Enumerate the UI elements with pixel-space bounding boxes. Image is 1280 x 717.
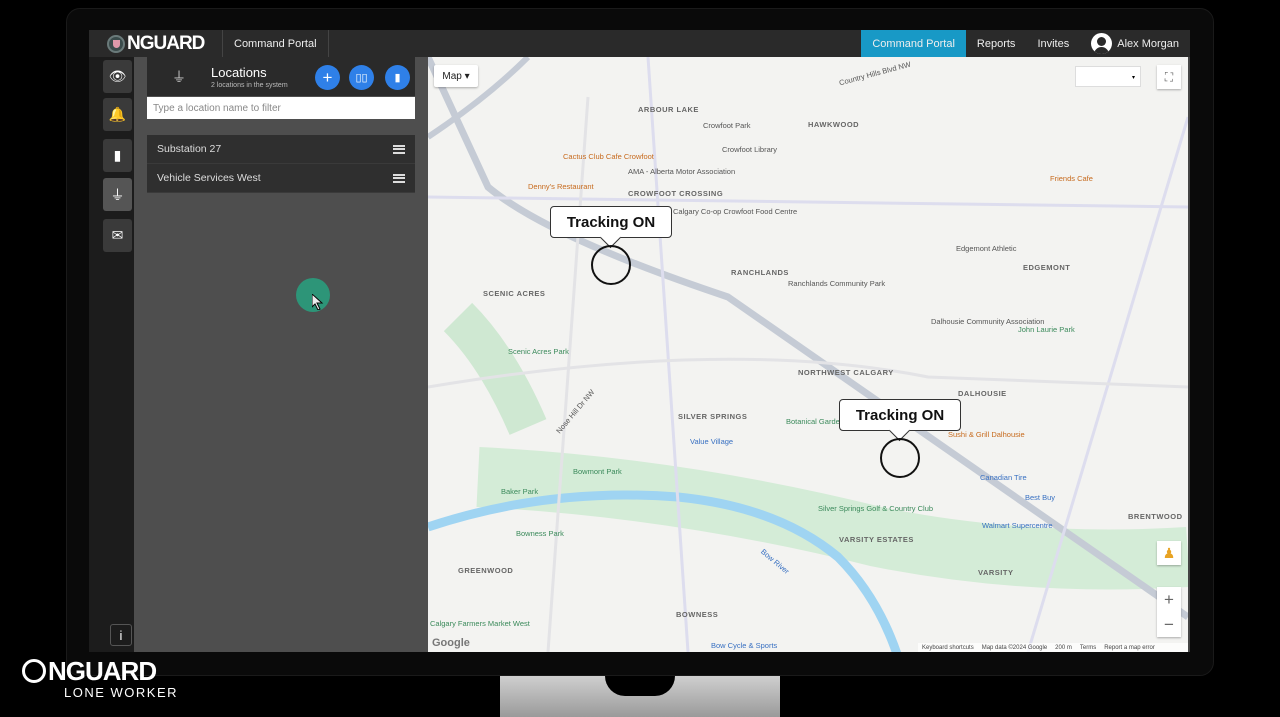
location-pin-icon: ⏚ [172, 69, 186, 85]
app-title[interactable]: Command Portal [222, 30, 329, 57]
menu-icon[interactable] [393, 173, 405, 183]
onguard-watermark: NGUARD LONE WORKER [22, 657, 178, 700]
nav-reports[interactable]: Reports [966, 30, 1027, 57]
tracking-callout[interactable]: Tracking ON [550, 206, 672, 238]
location-filter-input[interactable] [147, 97, 415, 119]
book-icon[interactable]: ▯▯ [349, 65, 374, 90]
trash-icon[interactable]: ▮ [385, 65, 410, 90]
google-logo: Google [432, 637, 470, 649]
zoom-controls: + − [1157, 587, 1181, 637]
avatar-icon [1091, 33, 1113, 54]
top-bar: NGUARD Command Portal Command Portal Rep… [89, 30, 1190, 57]
user-menu[interactable]: Alex Morgan [1080, 30, 1190, 57]
worker-marker[interactable] [880, 438, 920, 478]
bell-icon[interactable]: 🔔 [103, 98, 132, 131]
panel-subtitle: 2 locations in the system [211, 82, 288, 89]
brand-logo[interactable]: NGUARD [89, 30, 222, 57]
envelope-icon[interactable]: ✉ [103, 219, 132, 252]
eye-icon[interactable]: 👁 [103, 60, 132, 93]
panel-header: ⏚ Locations 2 locations in the system + … [147, 57, 415, 96]
report-error-link[interactable]: Report a map error [1104, 645, 1155, 651]
map-data-attribution: Map data ©2024 Google [981, 644, 1048, 651]
mouse-cursor [296, 278, 330, 312]
locations-panel: ⏚ Locations 2 locations in the system + … [134, 57, 428, 652]
shield-icon [22, 659, 46, 683]
nav-invites[interactable]: Invites [1026, 30, 1080, 57]
terms-link[interactable]: Terms [1080, 645, 1096, 651]
list-item[interactable]: Substation 27 [147, 135, 415, 164]
pegman-icon[interactable]: ♟ [1157, 541, 1181, 565]
worker-marker[interactable] [591, 245, 631, 285]
menu-icon[interactable] [393, 144, 405, 154]
zoom-in-button[interactable]: + [1157, 587, 1181, 612]
monitor-stand [500, 676, 780, 717]
zoom-out-button[interactable]: − [1157, 612, 1181, 637]
keyboard-shortcuts-link[interactable]: Keyboard shortcuts [922, 645, 974, 651]
map-view[interactable]: ARBOUR LAKE HAWKWOOD Crowfoot Park Crowf… [428, 57, 1188, 652]
map-type-dropdown[interactable]: Map ▾ [434, 65, 478, 87]
list-item[interactable]: Vehicle Services West [147, 164, 415, 193]
tracking-callout[interactable]: Tracking ON [839, 399, 961, 431]
shield-icon [107, 34, 125, 53]
app-screen: NGUARD Command Portal Command Portal Rep… [89, 30, 1190, 652]
add-location-button[interactable]: + [315, 65, 340, 90]
sidebar-rail: 👁 🔔 ▮ ⏚ ✉ i [89, 57, 134, 652]
panel-title: Locations [211, 65, 267, 80]
map-footer: Keyboard shortcuts Map data ©2024 Google… [918, 643, 1188, 652]
nav-command-portal[interactable]: Command Portal [861, 30, 966, 57]
info-icon[interactable]: i [110, 624, 132, 646]
location-pin-icon[interactable]: ⏚ [103, 178, 132, 211]
fullscreen-icon[interactable]: ⛶ [1157, 65, 1181, 89]
scale-bar[interactable]: 200 m [1055, 645, 1072, 651]
location-list: Substation 27 Vehicle Services West [147, 135, 415, 193]
worker-device-icon[interactable]: ▮ [103, 139, 132, 172]
map-filter-dropdown[interactable]: ▾ [1075, 66, 1141, 87]
